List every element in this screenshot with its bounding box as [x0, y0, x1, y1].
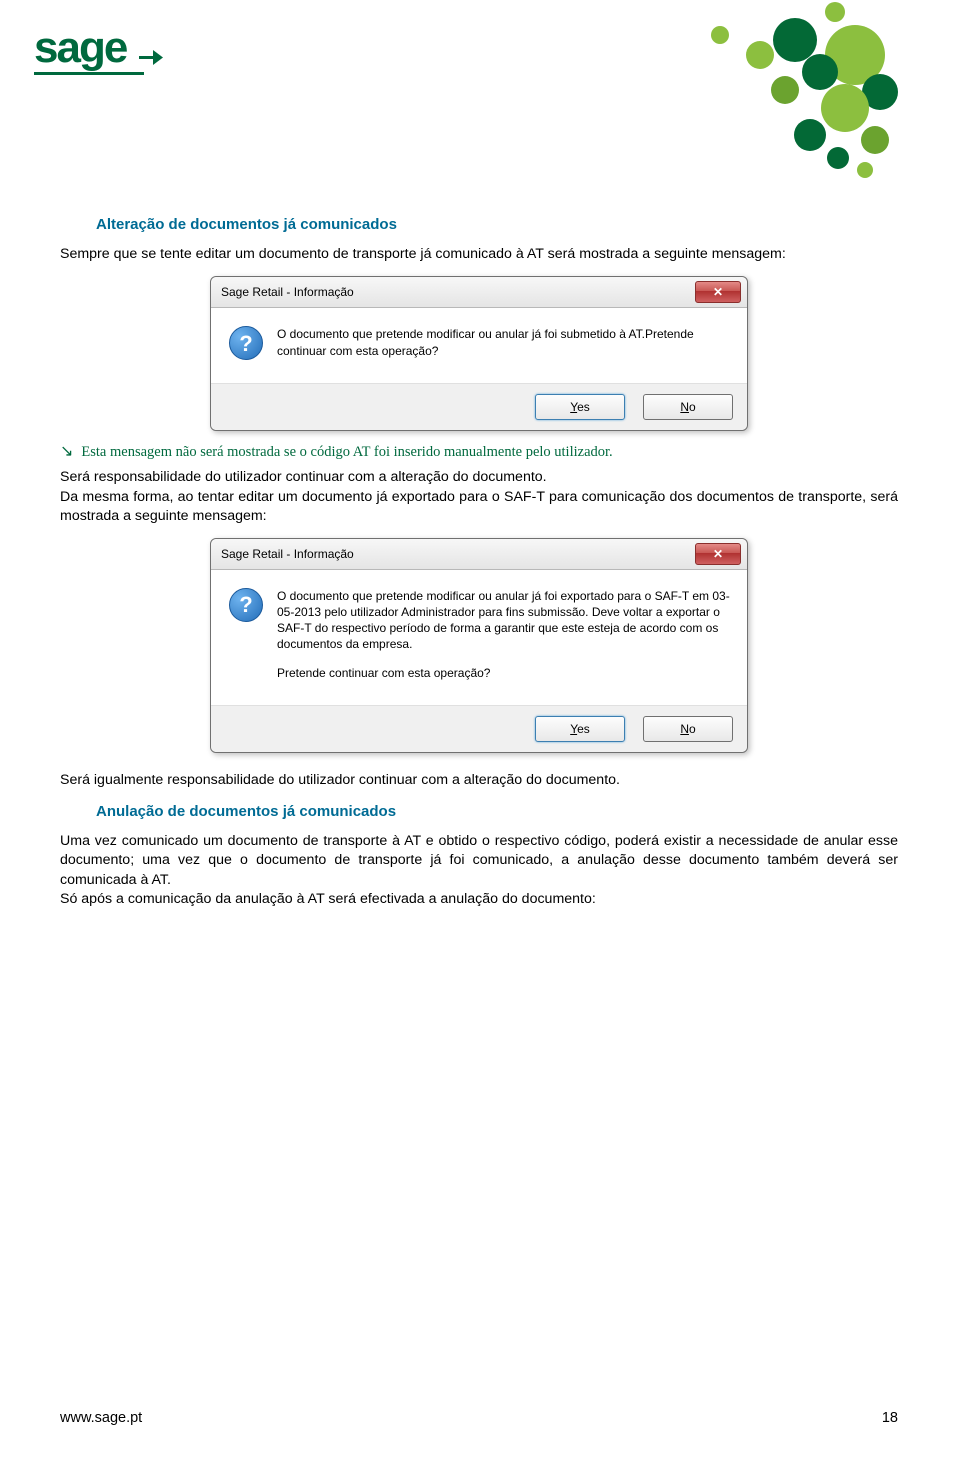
yes-button[interactable]: Yes: [535, 716, 625, 742]
no-button[interactable]: No: [643, 394, 733, 420]
dialog1-message: O documento que pretende modificar ou an…: [277, 326, 731, 358]
question-icon: ?: [229, 326, 263, 360]
footer-url: www.sage.pt: [60, 1410, 142, 1426]
svg-text:sage: sage: [34, 23, 127, 72]
paragraph-2: Da mesma forma, ao tentar editar um docu…: [60, 488, 898, 526]
arrow-icon: ↘: [60, 443, 73, 461]
paragraph-3: Será igualmente responsabilidade do util…: [60, 771, 898, 790]
dialog2-message-1: O documento que pretende modificar ou an…: [277, 588, 731, 653]
dialog1-title: Sage Retail - Informação: [221, 284, 354, 300]
decorative-dots: [620, 0, 920, 180]
section2-p1: Uma vez comunicado um documento de trans…: [60, 832, 898, 890]
sage-logo: sage: [34, 20, 184, 85]
section-title-1: Alteração de documentos já comunicados: [96, 215, 898, 235]
no-button[interactable]: No: [643, 716, 733, 742]
close-icon[interactable]: ✕: [695, 281, 741, 303]
dialog2-message-2: Pretende continuar com esta operação?: [277, 665, 731, 681]
yes-button[interactable]: Yes: [535, 394, 625, 420]
dialog-info-2: Sage Retail - Informação ✕ ? O documento…: [210, 538, 748, 753]
close-icon[interactable]: ✕: [695, 543, 741, 565]
section-title-2: Anulação de documentos já comunicados: [96, 802, 898, 822]
section-intro-1: Sempre que se tente editar um documento …: [60, 245, 898, 264]
section2-p2: Só após a comunicação da anulação à AT s…: [60, 890, 898, 909]
dialog2-title: Sage Retail - Informação: [221, 546, 354, 562]
paragraph-1: Será responsabilidade do utilizador cont…: [60, 468, 898, 487]
page-number: 18: [882, 1410, 898, 1426]
dialog-info-1: Sage Retail - Informação ✕ ? O documento…: [210, 276, 748, 430]
note-1: Esta mensagem não será mostrada se o cód…: [81, 443, 612, 463]
question-icon: ?: [229, 588, 263, 622]
